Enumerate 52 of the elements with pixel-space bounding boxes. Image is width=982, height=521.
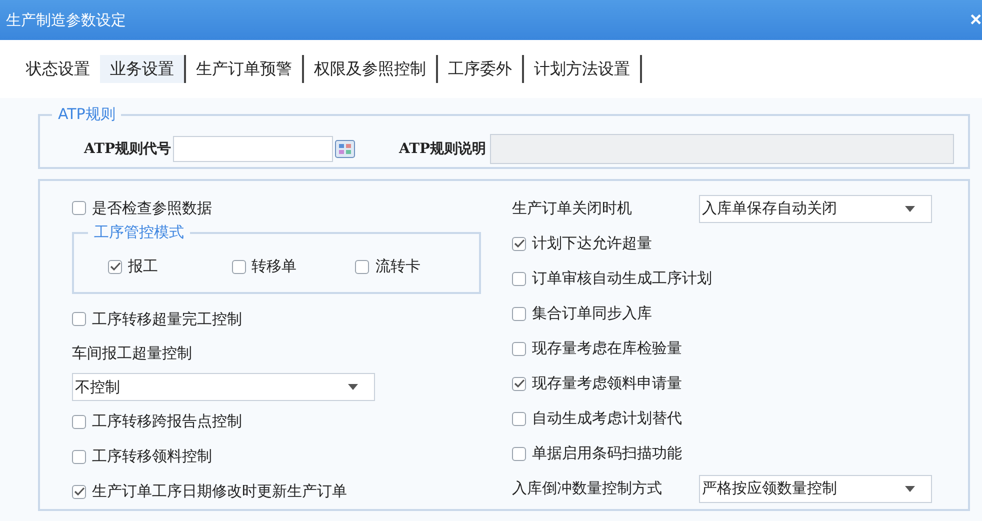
checkbox-label: 单据启用条码扫描功能 bbox=[532, 444, 682, 463]
checkbox-label: 生产订单工序日期修改时更新生产订单 bbox=[92, 482, 347, 502]
field-label: 生产订单关闭时机 bbox=[512, 199, 633, 218]
tab[interactable]: 工序委外 bbox=[438, 55, 524, 83]
checkbox[interactable] bbox=[72, 414, 86, 429]
caret-icon bbox=[905, 486, 915, 492]
checkbox-label: 现存量考虑领料申请量 bbox=[532, 374, 682, 393]
checkbox-label: 自动生成考虑计划替代 bbox=[532, 409, 682, 428]
field-label: ATP规则说明 bbox=[399, 140, 486, 158]
checkbox-label: 计划下达允许超量 bbox=[532, 234, 652, 253]
caret-icon bbox=[348, 384, 358, 390]
checkbox[interactable] bbox=[72, 201, 86, 216]
checkbox[interactable] bbox=[512, 236, 526, 250]
field-label: 入库倒冲数量控制方式 bbox=[512, 479, 663, 498]
caret-icon bbox=[905, 206, 915, 212]
checkbox-label: 工序转移超量完工控制 bbox=[92, 310, 242, 329]
checkbox-label: 现存量考虑在库检验量 bbox=[532, 339, 682, 358]
checkbox[interactable] bbox=[512, 376, 526, 390]
field-label: ATP规则代号 bbox=[84, 140, 172, 158]
checkbox[interactable] bbox=[108, 260, 122, 274]
checkbox[interactable] bbox=[512, 306, 526, 320]
group-title: ATP规则 bbox=[52, 105, 122, 124]
checkbox[interactable] bbox=[512, 342, 526, 356]
dropdown[interactable]: 入库单保存自动关闭 bbox=[699, 194, 932, 222]
tab[interactable]: 权限及参照控制 bbox=[304, 55, 438, 83]
checkbox-label: 报工 bbox=[128, 257, 158, 276]
checkbox-label: 集合订单同步入库 bbox=[532, 304, 652, 323]
checkbox-label: 工序转移领料控制 bbox=[92, 447, 212, 466]
tab[interactable]: 业务设置 bbox=[100, 55, 186, 83]
checkbox-label: 转移单 bbox=[252, 257, 297, 276]
checkbox-label: 流转卡 bbox=[375, 257, 420, 276]
checkbox[interactable] bbox=[512, 272, 526, 286]
tab[interactable]: 生产订单预警 bbox=[186, 55, 304, 83]
checkbox[interactable] bbox=[232, 260, 246, 274]
checkbox-label: 订单审核自动生成工序计划 bbox=[532, 269, 712, 288]
checkbox[interactable] bbox=[72, 450, 86, 464]
dropdown[interactable]: 严格按应领数量控制 bbox=[699, 474, 932, 502]
checkbox-label: 工序转移跨报告点控制 bbox=[92, 412, 242, 432]
tab[interactable]: 计划方法设置 bbox=[524, 55, 642, 83]
checkbox[interactable] bbox=[512, 412, 526, 426]
group-title: 工序管控模式 bbox=[88, 222, 190, 242]
checkbox-label: 是否检查参照数据 bbox=[92, 198, 212, 218]
checkbox[interactable] bbox=[512, 446, 526, 460]
input-field[interactable] bbox=[173, 136, 334, 162]
checkbox[interactable] bbox=[72, 312, 86, 326]
field-label: 车间报工超量控制 bbox=[72, 344, 192, 363]
tab[interactable]: 状态设置 bbox=[16, 55, 100, 83]
checkbox[interactable] bbox=[72, 484, 86, 499]
dropdown[interactable]: 不控制 bbox=[72, 373, 375, 402]
checkbox[interactable] bbox=[355, 260, 370, 274]
window-title: 生产制造参数设定 bbox=[6, 10, 126, 30]
grid-icon[interactable] bbox=[335, 140, 356, 158]
